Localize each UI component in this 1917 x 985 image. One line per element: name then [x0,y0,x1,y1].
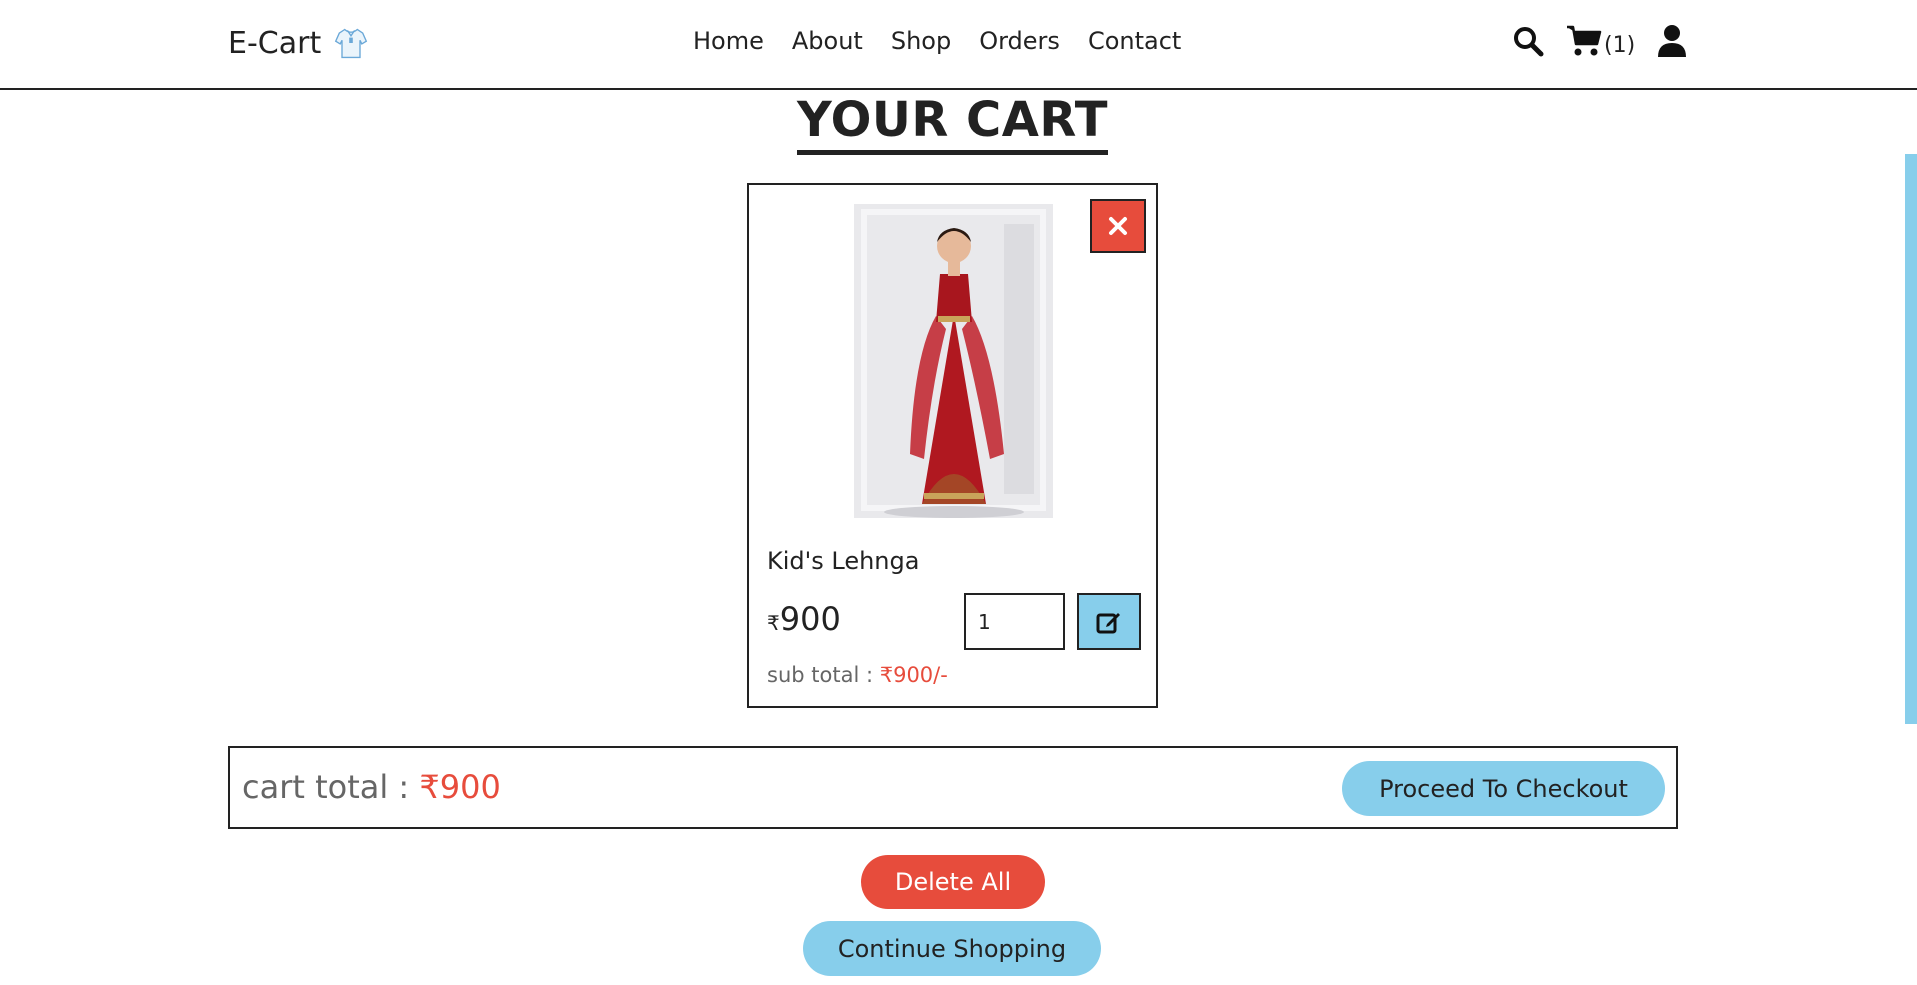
shirt-icon [335,28,368,59]
subtotal-value: ₹900/- [879,663,948,687]
product-name: Kid's Lehnga [767,547,920,575]
quantity-input[interactable] [964,593,1065,650]
page-title: YOUR CART [797,92,1108,155]
cart-count: (1) [1604,33,1636,58]
remove-item-button[interactable] [1090,199,1146,253]
nav-home[interactable]: Home [693,27,764,55]
page-title-wrap: YOUR CART [0,92,1905,155]
delete-all-button[interactable]: Delete All [861,855,1045,909]
nav-about[interactable]: About [792,27,863,55]
nav-shop[interactable]: Shop [891,27,951,55]
cart-total-box: cart total : ₹900 Proceed To Checkout [228,746,1678,829]
product-image [854,204,1053,518]
currency-symbol: ₹ [767,611,780,635]
site-logo[interactable]: E-Cart [228,25,369,61]
search-icon[interactable] [1512,25,1544,57]
scroll-accent-bar [1905,154,1917,724]
nav-orders[interactable]: Orders [979,27,1060,55]
user-icon[interactable] [1657,24,1687,58]
cart-icon [1567,25,1602,56]
site-header: E-Cart Home About Shop Orders Contact (1… [0,0,1917,90]
checkout-button[interactable]: Proceed To Checkout [1342,761,1665,816]
cart-item-card: Kid's Lehnga ₹900 sub total : ₹900/- [747,183,1158,708]
header-icons: (1) [1512,24,1687,58]
subtotal-label: sub total : [767,663,874,687]
main-nav: Home About Shop Orders Contact [693,27,1181,55]
update-quantity-button[interactable] [1077,593,1141,650]
cart-total-label: cart total : [242,768,410,806]
cart-total: cart total : ₹900 [242,768,501,806]
product-price: ₹900 [767,600,841,638]
cart-link[interactable]: (1) [1566,24,1635,58]
edit-icon [1096,612,1120,633]
price-value: 900 [779,600,841,638]
continue-shopping-button[interactable]: Continue Shopping [803,921,1101,976]
item-subtotal: sub total : ₹900/- [767,663,948,687]
nav-contact[interactable]: Contact [1088,27,1181,55]
logo-text: E-Cart [228,25,322,61]
cart-total-value: ₹900 [419,768,501,806]
close-icon [1109,217,1127,235]
